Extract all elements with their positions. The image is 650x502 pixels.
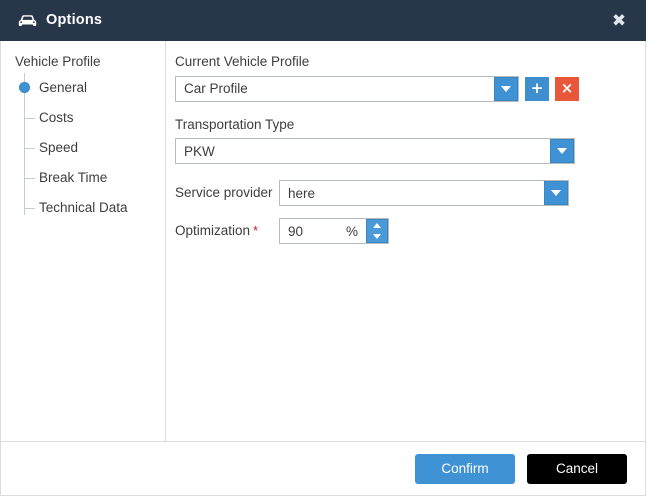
- service-provider-row: Service provider here: [175, 180, 645, 206]
- dialog-footer: Confirm Cancel: [0, 441, 646, 496]
- optimization-unit: %: [345, 223, 358, 239]
- add-profile-button[interactable]: +: [525, 76, 549, 101]
- required-marker: *: [253, 223, 259, 239]
- current-profile-select[interactable]: Car Profile: [175, 75, 519, 102]
- tree-children: General Costs Speed Break Time Technical…: [1, 72, 165, 223]
- current-profile-value: Car Profile: [184, 81, 248, 96]
- optimization-value[interactable]: 90: [280, 224, 346, 239]
- sidebar-item-label: Technical Data: [39, 200, 128, 215]
- current-profile-label: Current Vehicle Profile: [175, 54, 310, 69]
- transportation-type-row: PKW: [175, 138, 645, 164]
- titlebar-left: Options: [18, 13, 606, 28]
- sidebar-nav: Vehicle Profile General Costs Speed Brea…: [1, 41, 166, 441]
- transportation-type-value: PKW: [184, 143, 215, 159]
- sidebar-item-break-time[interactable]: Break Time: [1, 163, 165, 193]
- sidebar-item-technical-data[interactable]: Technical Data: [1, 193, 165, 223]
- transportation-type-select[interactable]: PKW: [175, 138, 575, 164]
- service-provider-value: here: [288, 185, 316, 201]
- close-icon[interactable]: ✖: [606, 8, 632, 34]
- service-provider-select[interactable]: here: [279, 180, 569, 206]
- stepper-down-icon: [373, 234, 381, 239]
- optimization-row: Optimization * 90 %: [175, 218, 645, 244]
- dialog-body: Vehicle Profile General Costs Speed Brea…: [0, 41, 646, 441]
- car-icon: [18, 14, 37, 28]
- service-provider-label: Service provider: [175, 185, 273, 201]
- stepper-arrows[interactable]: [366, 219, 388, 243]
- dialog-title: Options: [46, 12, 103, 29]
- selected-dot-icon: [19, 81, 30, 93]
- confirm-button[interactable]: Confirm: [415, 453, 515, 484]
- current-profile-row: Car Profile + ×: [175, 75, 645, 102]
- stepper-up-icon: [373, 223, 381, 228]
- optimization-stepper[interactable]: 90 %: [279, 218, 389, 244]
- dialog-titlebar: Options ✖: [0, 0, 646, 41]
- chevron-down-icon[interactable]: [550, 139, 574, 163]
- delete-profile-button[interactable]: ×: [555, 76, 579, 101]
- sidebar-item-costs[interactable]: Costs: [1, 103, 165, 133]
- sidebar-item-label: General: [39, 80, 88, 95]
- chevron-down-icon[interactable]: [494, 76, 518, 101]
- optimization-label: Optimization *: [175, 224, 279, 238]
- tree-root-label: Vehicle Profile: [15, 54, 101, 69]
- settings-form: Current Vehicle Profile Car Profile + × …: [166, 41, 645, 441]
- sidebar-item-general[interactable]: General: [1, 73, 165, 103]
- sidebar-item-speed[interactable]: Speed: [1, 133, 165, 163]
- cancel-button[interactable]: Cancel: [527, 453, 627, 484]
- sidebar-item-label: Speed: [39, 140, 79, 155]
- options-dialog: Options ✖ Vehicle Profile General Costs …: [0, 0, 650, 502]
- optimization-label-text: Optimization: [175, 223, 251, 239]
- transportation-type-label: Transportation Type: [175, 116, 295, 132]
- sidebar-item-label: Break Time: [39, 170, 108, 185]
- sidebar-item-label: Costs: [39, 110, 74, 125]
- chevron-down-icon[interactable]: [544, 181, 568, 205]
